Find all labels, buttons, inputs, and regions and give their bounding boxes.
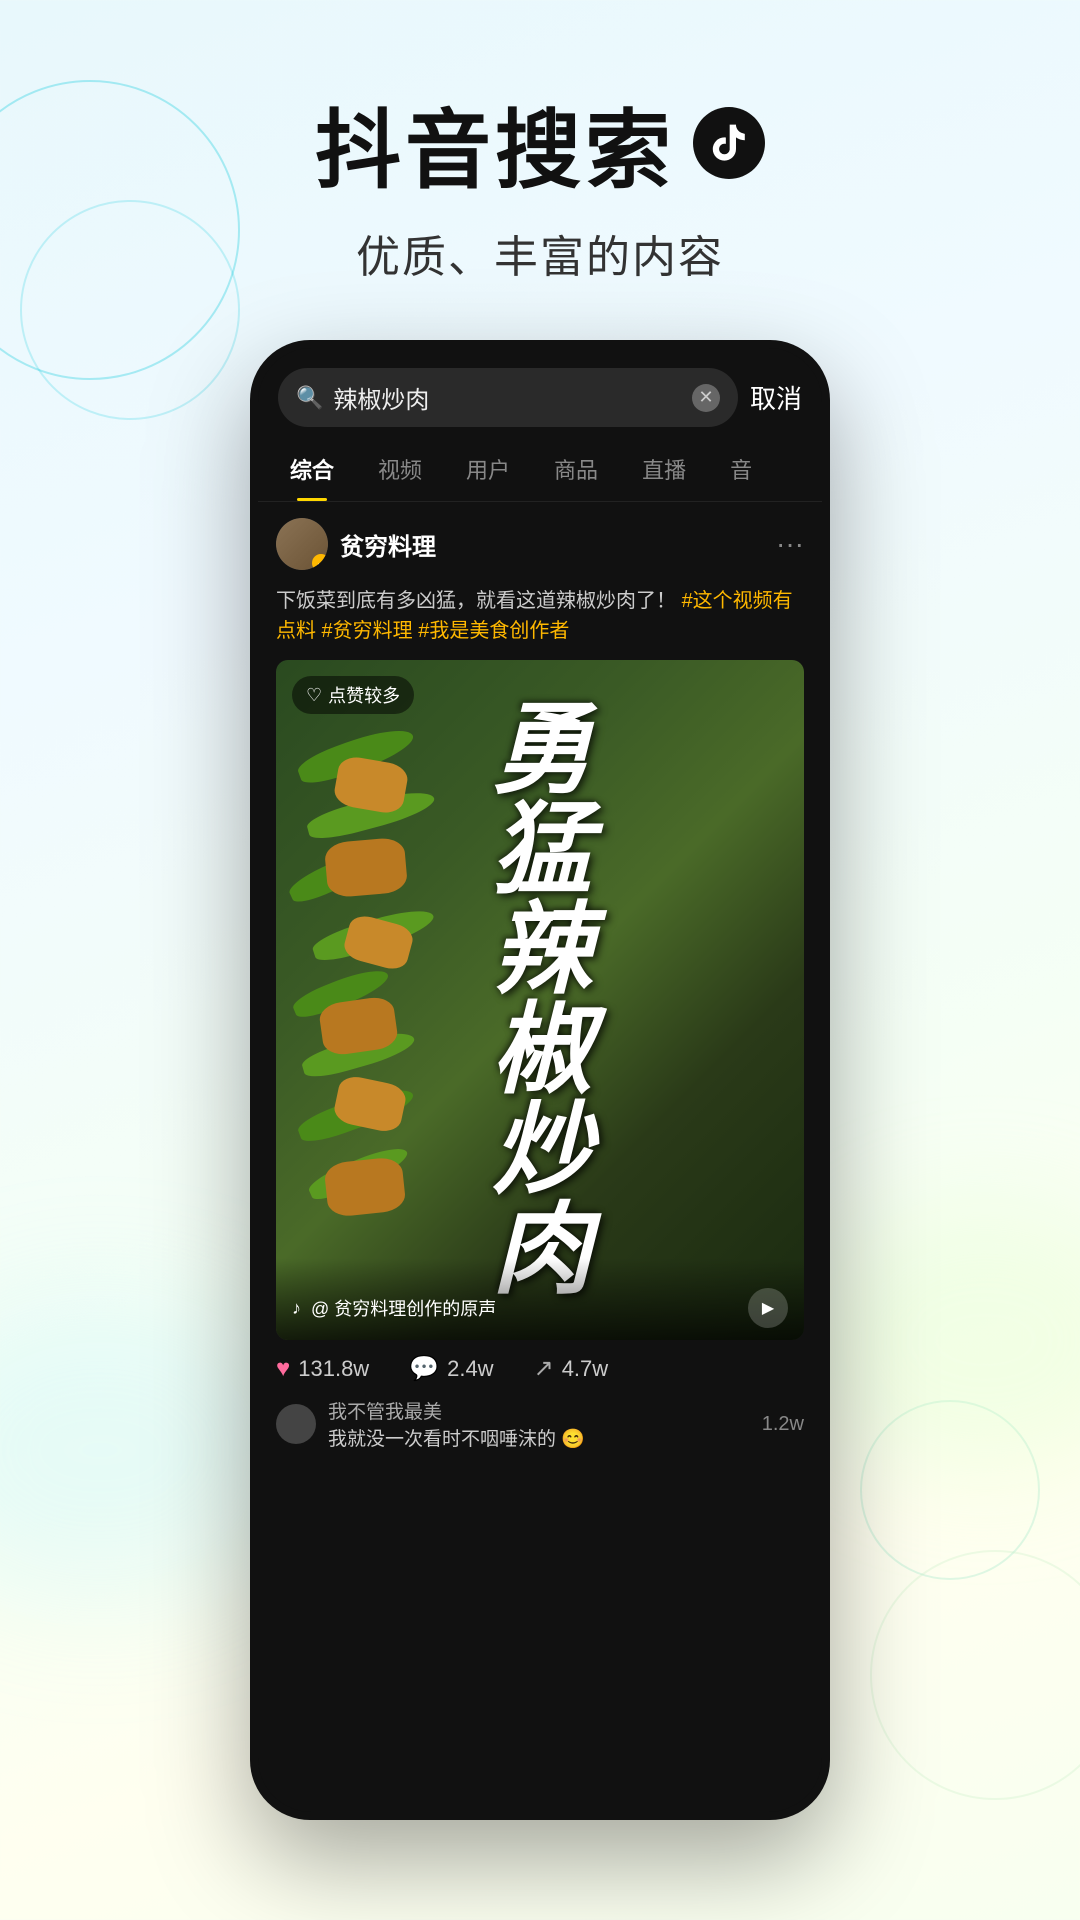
shares-stat[interactable]: ↗ 4.7w xyxy=(534,1354,609,1383)
username[interactable]: 贫穷料理 xyxy=(340,527,764,562)
tab-综合[interactable]: 综合 xyxy=(268,437,356,501)
post-caption: 下饭菜到底有多凶猛，就看这道辣椒炒肉了！ #这个视频有点料 #贫穷料理 #我是美… xyxy=(258,586,822,660)
comments-count: 2.4w xyxy=(447,1356,493,1382)
bg-blob-right xyxy=(810,1200,1080,1480)
commenter-avatar xyxy=(276,1404,316,1444)
phone-inner: 🔍 辣椒炒肉 ✕ 取消 综合 视频 用户 商品 直播 音 xyxy=(258,348,822,1812)
tab-用户[interactable]: 用户 xyxy=(444,437,532,501)
tab-商品[interactable]: 商品 xyxy=(532,437,620,501)
heart-icon: ♥ xyxy=(276,1355,290,1383)
share-icon: ↗ xyxy=(534,1354,554,1383)
verified-badge: ✓ xyxy=(312,554,328,570)
clear-icon[interactable]: ✕ xyxy=(692,384,720,412)
search-icon: 🔍 xyxy=(296,385,323,411)
header-section: 抖音搜索 优质、丰富的内容 xyxy=(0,80,1080,285)
tab-直播[interactable]: 直播 xyxy=(620,437,708,501)
likes-count: 131.8w xyxy=(298,1356,369,1382)
search-bar: 🔍 辣椒炒肉 ✕ 取消 xyxy=(258,348,822,437)
likes-stat[interactable]: ♥ 131.8w xyxy=(276,1355,369,1383)
tiktok-logo-icon xyxy=(693,107,765,179)
comment-preview: 我不管我最美 我就没一次看时不咽唾沫的 😊 1.2w xyxy=(258,1397,822,1457)
play-button[interactable]: ▶ xyxy=(748,1288,788,1328)
comments-stat[interactable]: 💬 2.4w xyxy=(409,1354,493,1383)
subtitle-text: 优质、丰富的内容 xyxy=(0,221,1080,285)
tabs-row: 综合 视频 用户 商品 直播 音 xyxy=(258,437,822,502)
comment-icon: 💬 xyxy=(409,1354,439,1383)
comment-count: 1.2w xyxy=(762,1413,804,1436)
commenter-name: 我不管我最美 xyxy=(328,1397,750,1424)
video-overlay-text: 勇猛辣椒炒肉 xyxy=(276,660,804,1340)
title-text: 抖音搜索 xyxy=(315,80,675,205)
cancel-button[interactable]: 取消 xyxy=(750,379,802,416)
comment-text: 我就没一次看时不咽唾沫的 😊 xyxy=(328,1424,750,1451)
tab-视频[interactable]: 视频 xyxy=(356,437,444,501)
content-area: ✓ 贫穷料理 ··· 下饭菜到底有多凶猛，就看这道辣椒炒肉了！ #这个视频有点料… xyxy=(258,502,822,1812)
search-input-wrap[interactable]: 🔍 辣椒炒肉 ✕ xyxy=(278,368,738,427)
search-query: 辣椒炒肉 xyxy=(333,380,682,415)
user-avatar: ✓ xyxy=(276,518,328,570)
shares-count: 4.7w xyxy=(562,1356,608,1382)
video-thumbnail[interactable]: ♡ 点赞较多 勇猛辣椒炒肉 ♪ @ 贫穷料理创作的原声 ▶ xyxy=(276,660,804,1340)
video-bottom-bar: ♪ @ 贫穷料理创作的原声 ▶ xyxy=(276,1258,804,1340)
sound-credit-text: @ 贫穷料理创作的原声 xyxy=(311,1295,738,1321)
phone-outer: 🔍 辣椒炒肉 ✕ 取消 综合 视频 用户 商品 直播 音 xyxy=(250,340,830,1820)
post-header: ✓ 贫穷料理 ··· xyxy=(258,502,822,586)
more-options-icon[interactable]: ··· xyxy=(776,528,804,560)
video-title-text: 勇猛辣椒炒肉 xyxy=(492,700,588,1300)
bg-decoration-4 xyxy=(870,1550,1080,1800)
phone-mockup: 🔍 辣椒炒肉 ✕ 取消 综合 视频 用户 商品 直播 音 xyxy=(250,340,830,1820)
comment-content: 我不管我最美 我就没一次看时不咽唾沫的 😊 xyxy=(328,1397,750,1451)
stats-row: ♥ 131.8w 💬 2.4w ↗ 4.7w xyxy=(258,1340,822,1397)
caption-text: 下饭菜到底有多凶猛，就看这道辣椒炒肉了！ xyxy=(276,590,676,612)
tiktok-note-icon: ♪ xyxy=(292,1298,301,1319)
tab-音乐[interactable]: 音 xyxy=(708,437,774,501)
main-title: 抖音搜索 xyxy=(0,80,1080,205)
